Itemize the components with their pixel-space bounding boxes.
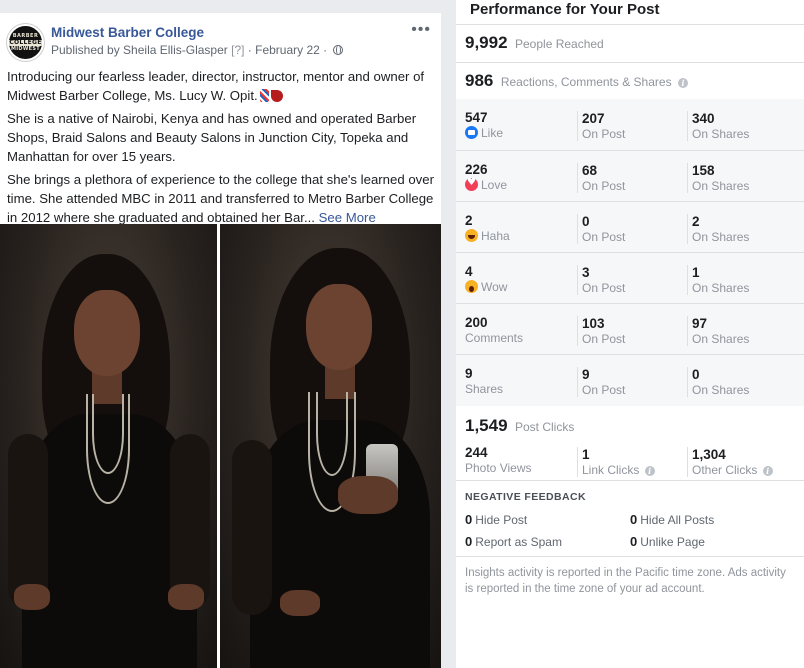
- comments-label: Comments: [465, 331, 524, 345]
- info-icon[interactable]: i: [678, 78, 689, 88]
- negative-feedback-section: NEGATIVE FEEDBACK 0 Hide Post 0 Hide All P…: [456, 481, 804, 557]
- reaction-row-like: 547 Like 207 On Post 340 On Shares: [456, 99, 804, 150]
- on-post-cell: 207 On Post: [577, 111, 625, 141]
- reaction-total: 226 Love: [465, 151, 507, 202]
- help-link[interactable]: [?]: [231, 43, 244, 57]
- on-post-cell: 9 On Post: [577, 367, 625, 397]
- on-shares-cell: 2 On Shares: [687, 214, 749, 244]
- reaction-label: Love: [465, 177, 507, 192]
- shares-label: Shares: [465, 382, 504, 396]
- published-by: Published by Sheila Ellis-Glasper: [51, 43, 228, 57]
- reaction-label: Wow: [465, 280, 507, 294]
- more-options-button[interactable]: •••: [411, 21, 431, 39]
- reactions-breakdown: 547 Like 207On Post 340On Shares 226 Lov…: [456, 99, 804, 406]
- people-reached-label: People Reached: [515, 37, 604, 51]
- post-clicks-section: 1,549 Post Clicks 244 Photo Views 1 Link…: [456, 406, 804, 480]
- on-shares-cell: 158 On Shares: [687, 163, 749, 193]
- wow-icon: [465, 280, 478, 293]
- post-paragraph-3: She brings a plethora of experience to t…: [7, 172, 434, 225]
- other-clicks-cell: 1,304 Other Clicks i: [687, 447, 773, 477]
- post-clicks-row: 1,549 Post Clicks: [465, 416, 574, 436]
- page-avatar[interactable]: BARBER COLLEGE MIDWEST: [7, 24, 44, 61]
- reaction-total: 4 Wow: [465, 253, 507, 304]
- barber-pole-icon: [259, 89, 269, 102]
- reaction-total: 200 Comments: [465, 304, 523, 355]
- divider: [456, 24, 804, 25]
- on-post-cell: 3 On Post: [577, 265, 625, 295]
- insights-panel: Performance for Your Post 9,992 People R…: [456, 0, 804, 668]
- reaction-label: Haha: [465, 229, 510, 243]
- reaction-row-love: 226 Love 68On Post 158On Shares: [456, 150, 804, 201]
- like-count: 547: [465, 110, 488, 125]
- on-shares-cell: 1 On Shares: [687, 265, 749, 295]
- haha-icon: [465, 229, 478, 242]
- photo-2[interactable]: [220, 224, 441, 668]
- haha-count: 2: [465, 213, 473, 228]
- insights-title: Performance for Your Post: [470, 1, 660, 18]
- page-name-link[interactable]: Midwest Barber College: [51, 25, 204, 40]
- on-post-cell: 0 On Post: [577, 214, 625, 244]
- info-icon[interactable]: i: [762, 466, 773, 476]
- post-clicks-label: Post Clicks: [515, 420, 575, 434]
- people-reached-value: 9,992: [465, 33, 508, 52]
- engagement-row: 986 Reactions, Comments & Shares i: [465, 71, 689, 91]
- post-clicks-value: 1,549: [465, 416, 508, 435]
- timezone-note: Insights activity is reported in the Pac…: [465, 567, 786, 595]
- reaction-label: Like: [465, 126, 503, 140]
- link-clicks-cell: 1 Link Clicks i: [577, 447, 655, 477]
- divider: [456, 556, 804, 557]
- divider: [456, 62, 804, 63]
- negative-feedback-title: NEGATIVE FEEDBACK: [465, 491, 586, 503]
- engagement-label: Reactions, Comments & Shares: [500, 75, 672, 89]
- reaction-total: 2 Haha: [465, 202, 510, 253]
- people-reached-row: 9,992 People Reached: [465, 33, 604, 53]
- reaction-total: 9 Shares: [465, 355, 503, 406]
- photo-1[interactable]: [0, 224, 217, 668]
- see-more-link[interactable]: See More: [319, 210, 376, 225]
- avatar-text-1: BARBER: [12, 32, 39, 39]
- hide-all-posts-stat: 0 Hide All Posts: [630, 512, 715, 527]
- dancer-icon: [270, 90, 283, 102]
- post-header: BARBER COLLEGE MIDWEST Midwest Barber Co…: [0, 13, 441, 63]
- avatar-text-3: MIDWEST: [10, 45, 41, 52]
- reaction-row-comments: 200 Comments 103 On Post 97 On Shares: [456, 303, 804, 354]
- shares-count: 9: [465, 366, 473, 381]
- wow-count: 4: [465, 264, 473, 279]
- engagement-value: 986: [465, 71, 494, 90]
- like-icon: [465, 126, 478, 139]
- on-shares-cell: 97 On Shares: [687, 316, 749, 346]
- post-card: BARBER COLLEGE MIDWEST Midwest Barber Co…: [0, 13, 441, 668]
- on-shares-cell: 340 On Shares: [687, 111, 749, 141]
- post-paragraph-2: She is a native of Nairobi, Kenya and ha…: [7, 111, 417, 164]
- on-shares-cell: 0 On Shares: [687, 367, 749, 397]
- love-icon: [465, 177, 478, 191]
- post-photos: [0, 224, 441, 668]
- reaction-row-shares: 9 Shares 9 On Post 0 On Shares: [456, 354, 804, 405]
- report-spam-stat: 0 Report as Spam: [465, 534, 562, 549]
- post-date[interactable]: · February 22 ·: [248, 43, 327, 57]
- reaction-total: 547 Like: [465, 99, 503, 150]
- post-text: Introducing our fearless leader, directo…: [0, 63, 441, 227]
- info-icon[interactable]: i: [644, 466, 655, 476]
- reaction-row-wow: 4 Wow 3 On Post 1 On Shares: [456, 252, 804, 303]
- on-post-cell: 68 On Post: [577, 163, 625, 193]
- love-count: 226: [465, 162, 488, 177]
- photo-views-cell: 244 Photo Views: [465, 445, 532, 475]
- reaction-row-haha: 2 Haha 0 On Post 2 On Shares: [456, 201, 804, 252]
- on-post-cell: 103 On Post: [577, 316, 625, 346]
- post-byline: Published by Sheila Ellis-Glasper [?] · …: [51, 43, 343, 57]
- avatar-text-2: COLLEGE: [9, 38, 42, 46]
- hide-post-stat: 0 Hide Post: [465, 512, 528, 527]
- unlike-page-stat: 0 Unlike Page: [630, 534, 705, 549]
- post-paragraph-1: Introducing our fearless leader, directo…: [7, 69, 425, 103]
- comments-count: 200: [465, 315, 488, 330]
- globe-icon: [332, 45, 343, 55]
